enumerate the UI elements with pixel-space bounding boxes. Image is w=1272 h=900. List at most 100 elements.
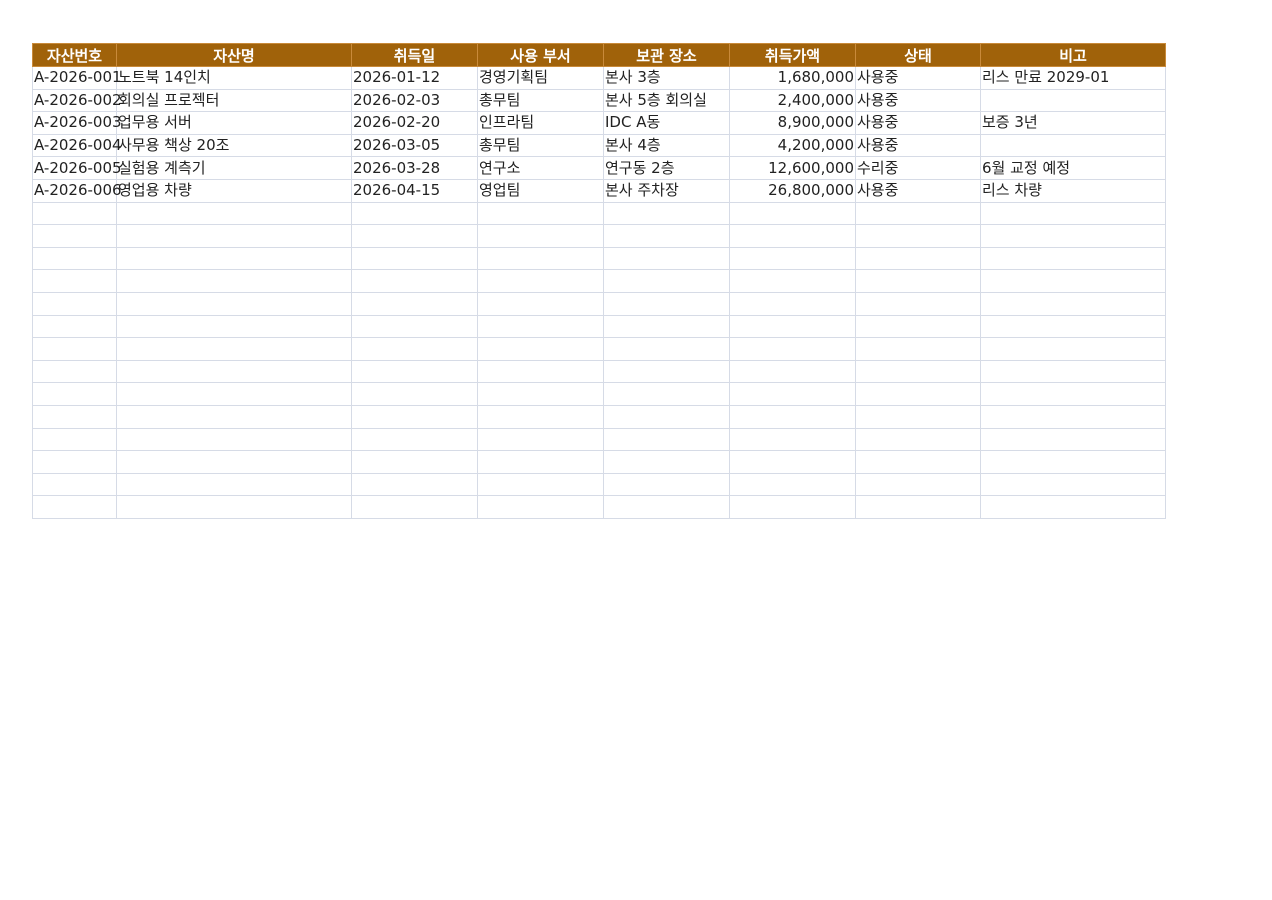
cell-acquisition-cost[interactable]: 4,200,000 [729, 133, 856, 158]
cell-asset-name[interactable] [116, 314, 352, 339]
cell-status[interactable]: 사용중 [855, 88, 981, 113]
header-status[interactable]: 상태 [855, 43, 981, 67]
cell-asset-name[interactable] [116, 224, 352, 248]
cell-asset-name[interactable] [116, 359, 352, 384]
header-department[interactable]: 사용 부서 [477, 43, 604, 67]
cell-department[interactable] [477, 314, 604, 339]
cell-remarks[interactable] [980, 450, 1166, 474]
cell-remarks[interactable] [980, 201, 1166, 226]
cell-acquisition-date[interactable] [351, 314, 478, 339]
cell-location[interactable] [603, 382, 730, 406]
cell-status[interactable]: 사용중 [855, 178, 981, 203]
cell-remarks[interactable] [980, 269, 1166, 293]
cell-remarks[interactable] [980, 382, 1166, 406]
cell-acquisition-cost[interactable]: 2,400,000 [729, 88, 856, 113]
cell-acquisition-cost[interactable] [729, 450, 856, 474]
cell-status[interactable] [855, 472, 981, 497]
cell-location[interactable] [603, 427, 730, 452]
cell-location[interactable] [603, 246, 730, 271]
cell-asset-id[interactable] [32, 359, 117, 384]
cell-location[interactable] [603, 404, 730, 429]
cell-department[interactable] [477, 224, 604, 248]
cell-status[interactable] [855, 450, 981, 474]
cell-acquisition-cost[interactable] [729, 224, 856, 248]
cell-asset-id[interactable] [32, 314, 117, 339]
cell-asset-name[interactable] [116, 450, 352, 474]
cell-asset-name[interactable]: 회의실 프로젝터 [116, 88, 352, 113]
cell-acquisition-date[interactable]: 2026-04-15 [351, 178, 478, 203]
cell-status[interactable] [855, 224, 981, 248]
cell-acquisition-date[interactable]: 2026-02-03 [351, 88, 478, 113]
cell-asset-name[interactable] [116, 337, 352, 361]
cell-acquisition-date[interactable]: 2026-02-20 [351, 111, 478, 135]
cell-remarks[interactable] [980, 359, 1166, 384]
cell-asset-id[interactable]: A-2026-002 [32, 88, 122, 113]
cell-acquisition-cost[interactable]: 26,800,000 [729, 178, 856, 203]
cell-location[interactable] [603, 314, 730, 339]
cell-acquisition-cost[interactable] [729, 472, 856, 497]
cell-location[interactable]: 본사 4층 [603, 133, 730, 158]
cell-location[interactable] [603, 450, 730, 474]
cell-acquisition-date[interactable] [351, 495, 478, 519]
header-asset-id[interactable]: 자산번호 [32, 43, 117, 67]
cell-asset-id[interactable] [32, 224, 117, 248]
cell-department[interactable] [477, 337, 604, 361]
cell-asset-name[interactable]: 사무용 책상 20조 [116, 133, 352, 158]
cell-location[interactable] [603, 291, 730, 316]
cell-acquisition-cost[interactable]: 8,900,000 [729, 111, 856, 135]
cell-department[interactable] [477, 201, 604, 226]
cell-asset-name[interactable]: 실험용 계측기 [116, 156, 352, 180]
cell-asset-id[interactable] [32, 382, 117, 406]
cell-status[interactable]: 수리중 [855, 156, 981, 180]
cell-status[interactable] [855, 246, 981, 271]
cell-department[interactable]: 경영기획팀 [477, 66, 604, 90]
cell-remarks[interactable] [980, 314, 1166, 339]
cell-acquisition-date[interactable] [351, 404, 478, 429]
cell-remarks[interactable] [980, 224, 1166, 248]
cell-status[interactable]: 사용중 [855, 111, 981, 135]
cell-asset-name[interactable] [116, 269, 352, 293]
cell-location[interactable]: 연구동 2층 [603, 156, 730, 180]
cell-acquisition-date[interactable] [351, 337, 478, 361]
cell-asset-id[interactable]: A-2026-006 [32, 178, 122, 203]
header-remarks[interactable]: 비고 [980, 43, 1166, 67]
cell-acquisition-date[interactable] [351, 450, 478, 474]
cell-acquisition-date[interactable]: 2026-03-05 [351, 133, 478, 158]
cell-acquisition-date[interactable] [351, 291, 478, 316]
cell-asset-id[interactable]: A-2026-003 [32, 111, 122, 135]
cell-acquisition-date[interactable] [351, 359, 478, 384]
cell-acquisition-cost[interactable] [729, 246, 856, 271]
cell-acquisition-date[interactable] [351, 269, 478, 293]
cell-department[interactable]: 연구소 [477, 156, 604, 180]
cell-asset-name[interactable] [116, 246, 352, 271]
cell-asset-id[interactable] [32, 404, 117, 429]
cell-remarks[interactable] [980, 472, 1166, 497]
header-acquisition-cost[interactable]: 취득가액 [729, 43, 856, 67]
cell-status[interactable] [855, 359, 981, 384]
cell-remarks[interactable] [980, 404, 1166, 429]
cell-acquisition-cost[interactable]: 1,680,000 [729, 66, 856, 90]
cell-remarks[interactable] [980, 246, 1166, 271]
cell-acquisition-cost[interactable] [729, 269, 856, 293]
cell-status[interactable]: 사용중 [855, 66, 981, 90]
cell-department[interactable]: 영업팀 [477, 178, 604, 203]
cell-acquisition-cost[interactable]: 12,600,000 [729, 156, 856, 180]
cell-location[interactable] [603, 269, 730, 293]
cell-location[interactable] [603, 224, 730, 248]
cell-asset-name[interactable] [116, 427, 352, 452]
cell-location[interactable] [603, 359, 730, 384]
cell-status[interactable]: 사용중 [855, 133, 981, 158]
cell-department[interactable]: 총무팀 [477, 133, 604, 158]
cell-asset-name[interactable] [116, 382, 352, 406]
cell-acquisition-cost[interactable] [729, 404, 856, 429]
cell-status[interactable] [855, 382, 981, 406]
cell-location[interactable] [603, 201, 730, 226]
cell-asset-name[interactable] [116, 495, 352, 519]
cell-asset-id[interactable] [32, 269, 117, 293]
cell-acquisition-cost[interactable] [729, 291, 856, 316]
cell-acquisition-date[interactable]: 2026-01-12 [351, 66, 478, 90]
cell-location[interactable]: 본사 5층 회의실 [603, 88, 730, 113]
cell-remarks[interactable]: 리스 차량 [980, 178, 1166, 203]
cell-department[interactable] [477, 404, 604, 429]
cell-department[interactable] [477, 382, 604, 406]
